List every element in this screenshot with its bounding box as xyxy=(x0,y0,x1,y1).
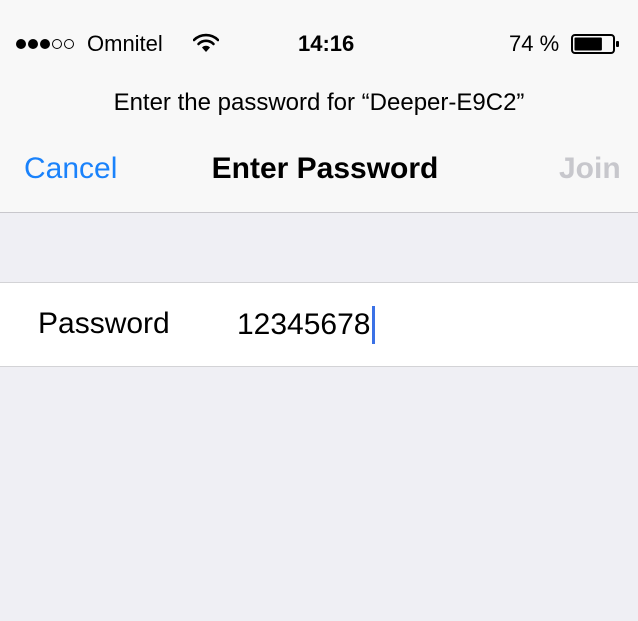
join-button[interactable]: Join xyxy=(559,151,621,187)
wifi-icon xyxy=(193,33,219,52)
signal-dot xyxy=(16,39,26,49)
password-value: 12345678 xyxy=(237,308,371,341)
password-row: Password 12345678 xyxy=(0,282,638,367)
signal-strength-icon xyxy=(16,39,76,49)
password-input[interactable]: 12345678 xyxy=(237,305,376,345)
battery-percentage: 74 % xyxy=(509,31,560,56)
header: Omnitel 14:16 74 % Enter the password fo… xyxy=(0,0,638,213)
carrier-name: Omnitel xyxy=(87,31,163,56)
signal-dot xyxy=(64,39,74,49)
wifi-password-screen: Omnitel 14:16 74 % Enter the password fo… xyxy=(0,0,638,621)
text-cursor xyxy=(372,306,376,344)
status-bar: Omnitel 14:16 74 % xyxy=(0,0,638,72)
signal-dot xyxy=(40,39,50,49)
page-title: Enter Password xyxy=(211,152,439,185)
password-label: Password xyxy=(38,307,170,340)
network-prompt: Enter the password for “Deeper-E9C2” xyxy=(113,89,525,116)
signal-dot xyxy=(52,39,62,49)
status-time: 14:16 xyxy=(298,31,355,56)
battery-icon xyxy=(571,34,619,54)
signal-dot xyxy=(28,39,38,49)
